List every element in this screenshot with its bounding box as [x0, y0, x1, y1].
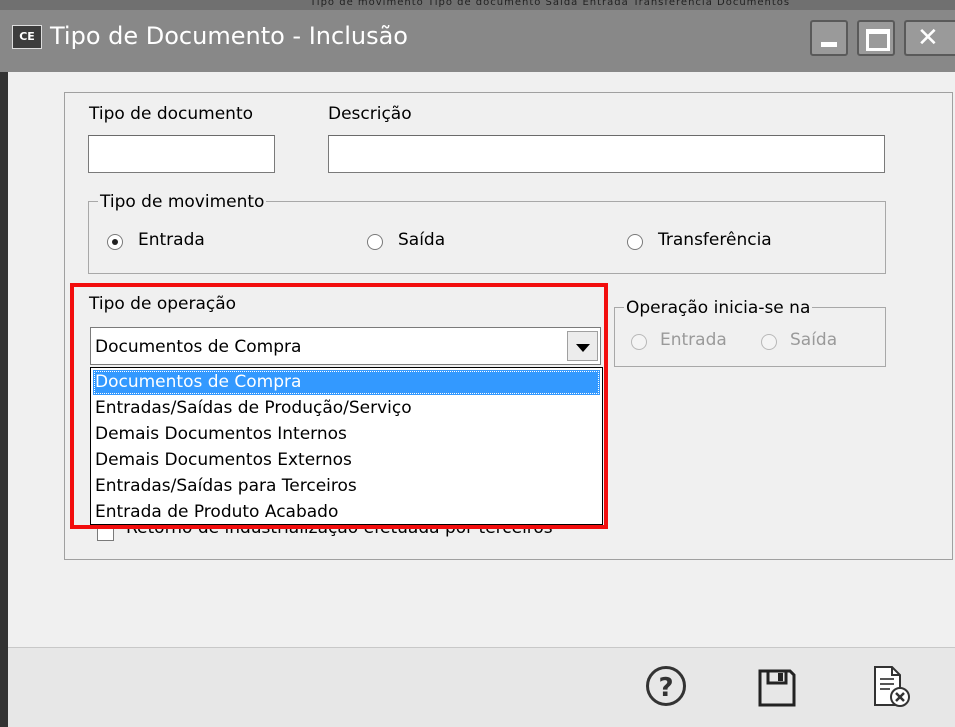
maximize-button[interactable] — [857, 20, 895, 56]
close-button[interactable]: ✕ — [904, 20, 955, 56]
background-window-strip: Tipo de movimento Tipo de documento Saíd… — [0, 0, 955, 10]
radio-transferencia-label[interactable]: Transferência — [658, 230, 772, 250]
highlight-box — [70, 283, 608, 529]
cancel-document-icon[interactable] — [870, 665, 912, 714]
tipo-documento-label: Tipo de documento — [89, 104, 254, 124]
minimize-button[interactable] — [810, 20, 848, 56]
help-icon[interactable]: ? — [646, 666, 686, 706]
app-icon[interactable]: CE — [12, 25, 42, 49]
tipo-movimento-legend: Tipo de movimento — [98, 192, 267, 212]
window-left-border — [0, 72, 8, 727]
descricao-input[interactable] — [328, 135, 885, 173]
background-strip-text: Tipo de movimento Tipo de documento Saíd… — [310, 0, 791, 8]
operacao-inicia-legend: Operação inicia-se na — [624, 298, 813, 318]
close-icon: ✕ — [917, 23, 939, 53]
save-icon[interactable] — [757, 668, 797, 713]
radio-inicia-saida[interactable] — [761, 334, 777, 350]
radio-entrada-label[interactable]: Entrada — [138, 230, 205, 250]
radio-entrada[interactable] — [107, 234, 123, 250]
radio-inicia-saida-label[interactable]: Saída — [790, 330, 837, 350]
radio-saida-label[interactable]: Saída — [398, 230, 445, 250]
bottom-toolbar — [8, 647, 955, 727]
tipo-documento-input[interactable] — [88, 135, 275, 173]
radio-saida[interactable] — [367, 234, 383, 250]
radio-inicia-entrada-label[interactable]: Entrada — [660, 330, 727, 350]
window-title: Tipo de Documento - Inclusão — [50, 22, 408, 50]
descricao-label: Descrição — [328, 104, 412, 124]
radio-inicia-entrada[interactable] — [631, 334, 647, 350]
radio-transferencia[interactable] — [627, 234, 643, 250]
